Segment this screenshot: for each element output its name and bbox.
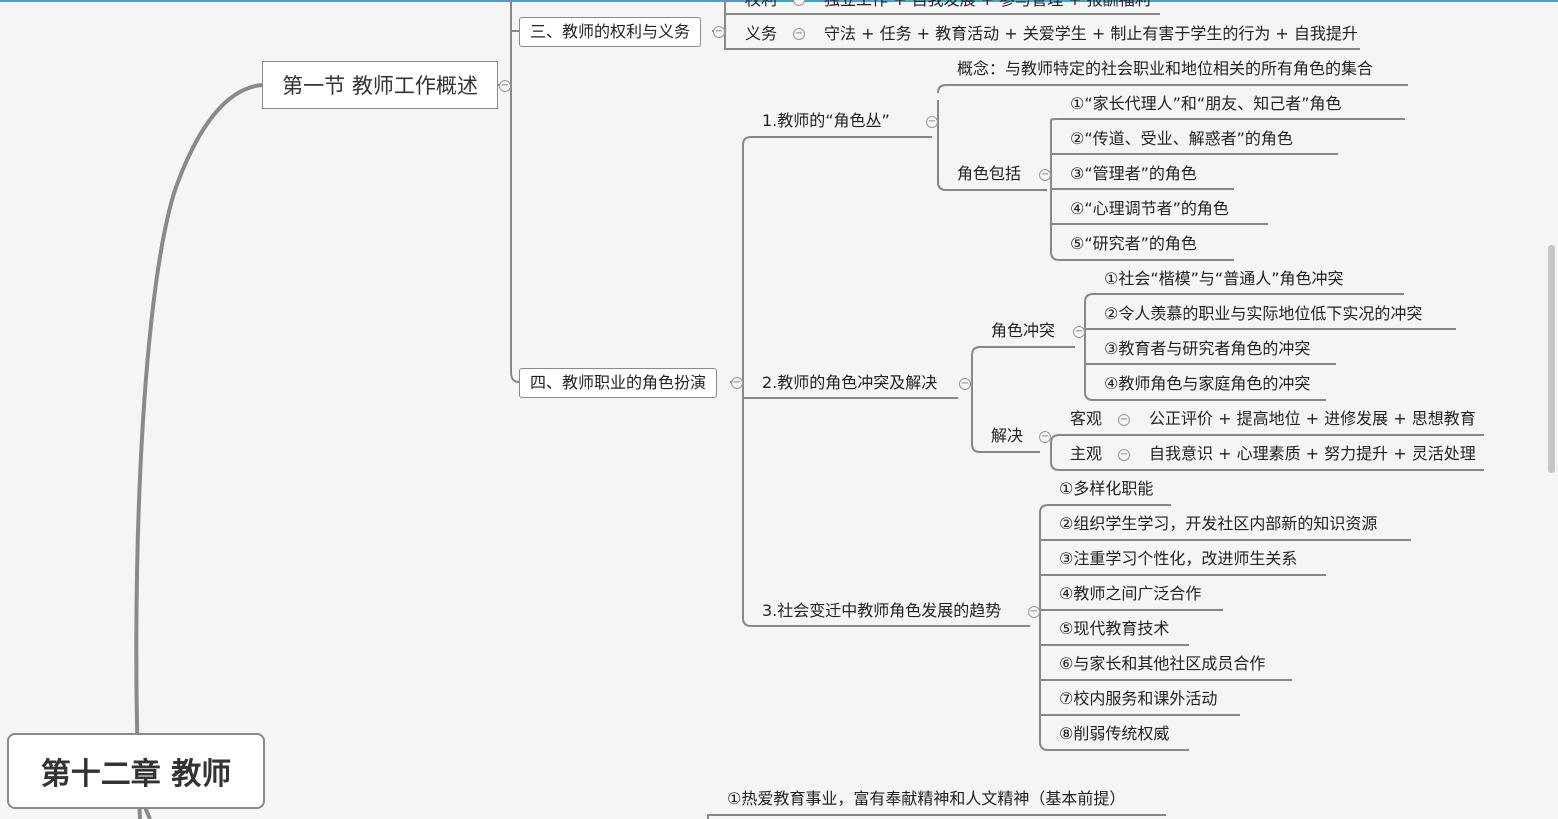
subjective-text[interactable]: 自我意识 + 心理素质 + 努力提升 + 灵活处理 (1149, 444, 1476, 464)
root-topic[interactable]: 第十二章 教师 (7, 733, 265, 809)
collapse-toggle-icon[interactable] (1073, 326, 1085, 338)
trend-item[interactable]: ⑤现代教育技术 (1059, 619, 1169, 639)
topic-roles[interactable]: 四、教师职业的角色扮演 (519, 368, 718, 398)
trend-item[interactable]: ②组织学生学习，开发社区内部新的知识资源 (1059, 514, 1377, 534)
collapse-toggle-icon[interactable] (713, 26, 725, 38)
objective-text[interactable]: 公正评价 + 提高地位 + 进修发展 + 思想教育 (1149, 409, 1476, 429)
duties-label[interactable]: 义务 (745, 24, 777, 44)
rights-text[interactable]: 独立工作 + 自我发展 + 参与管理 + 报酬福利 (824, 0, 1151, 10)
trend-item[interactable]: ⑥与家长和其他社区成员合作 (1059, 654, 1265, 674)
collapse-toggle-icon[interactable] (793, 28, 805, 40)
subjective-label[interactable]: 主观 (1070, 444, 1102, 464)
collapse-toggle-icon[interactable] (499, 80, 511, 92)
rights-label[interactable]: 权利 (745, 0, 777, 10)
trend-item[interactable]: ⑦校内服务和课外活动 (1059, 689, 1217, 709)
role-include-item[interactable]: ①“家长代理人”和“朋友、知己者”角色 (1070, 94, 1342, 114)
collapse-toggle-icon[interactable] (1118, 414, 1130, 426)
role-include-item[interactable]: ③“管理者”的角色 (1070, 164, 1197, 184)
bottom-branch-item[interactable]: ①热爱教育事业，富有奉献精神和人文精神（基本前提） (727, 789, 1125, 809)
section-topic[interactable]: 第一节 教师工作概述 (262, 61, 498, 109)
collapse-toggle-icon[interactable] (1039, 431, 1051, 443)
collapse-toggle-icon[interactable] (1118, 449, 1130, 461)
collapse-toggle-icon[interactable] (1039, 169, 1051, 181)
role-set-concept[interactable]: 概念：与教师特定的社会职业和地位相关的所有角色的集合 (957, 59, 1373, 79)
trend-item[interactable]: ④教师之间广泛合作 (1059, 584, 1201, 604)
duties-text[interactable]: 守法 + 任务 + 教育活动 + 关爱学生 + 制止有害于学生的行为 + 自我提… (824, 24, 1358, 44)
trend-item[interactable]: ⑧削弱传统权威 (1059, 724, 1169, 744)
role-include-item[interactable]: ②“传道、受业、解惑者”的角色 (1070, 129, 1293, 149)
role-includes-label[interactable]: 角色包括 (957, 164, 1021, 184)
trend-item[interactable]: ①多样化职能 (1059, 479, 1153, 499)
conflict-item[interactable]: ②令人羡慕的职业与实际地位低下实况的冲突 (1104, 304, 1422, 324)
collapse-toggle-icon[interactable] (926, 116, 938, 128)
topic-role-trend[interactable]: 3.社会变迁中教师角色发展的趋势 (762, 601, 1001, 621)
conflict-item[interactable]: ①社会“楷模”与“普通人”角色冲突 (1104, 269, 1344, 289)
conflict-label[interactable]: 角色冲突 (991, 321, 1055, 341)
topic-rights-duties[interactable]: 三、教师的权利与义务 (519, 17, 702, 47)
trend-item[interactable]: ③注重学习个性化，改进师生关系 (1059, 549, 1297, 569)
objective-label[interactable]: 客观 (1070, 409, 1102, 429)
topic-role-conflict[interactable]: 2.教师的角色冲突及解决 (762, 373, 937, 393)
collapse-toggle-icon[interactable] (959, 378, 971, 390)
vertical-scrollbar[interactable] (1548, 245, 1555, 473)
collapse-toggle-icon[interactable] (731, 377, 743, 389)
conflict-item[interactable]: ④教师角色与家庭角色的冲突 (1104, 374, 1310, 394)
collapse-toggle-icon[interactable] (1028, 606, 1040, 618)
topic-role-set[interactable]: 1.教师的“角色丛” (762, 111, 890, 131)
role-include-item[interactable]: ⑤“研究者”的角色 (1070, 234, 1197, 254)
conflict-item[interactable]: ③教育者与研究者角色的冲突 (1104, 339, 1310, 359)
solve-label[interactable]: 解决 (991, 426, 1023, 446)
role-include-item[interactable]: ④“心理调节者”的角色 (1070, 199, 1229, 219)
